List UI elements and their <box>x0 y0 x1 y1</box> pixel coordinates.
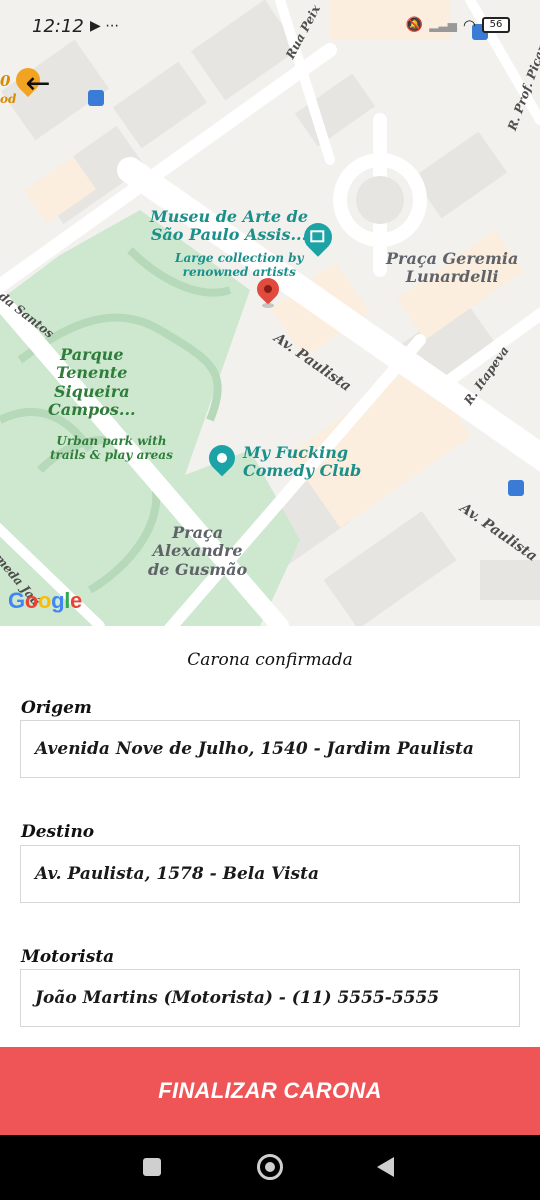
nav-back-icon[interactable] <box>377 1157 394 1177</box>
museum-label[interactable]: Museu de Arte de São Paulo Assis... <box>150 207 308 245</box>
park-description: Urban park with trails & play areas <box>50 434 173 462</box>
praca-geremia-label: Praça Geremia Lunardelli <box>386 249 519 287</box>
bus-stop-icon[interactable] <box>88 90 104 106</box>
battery-icon: 56 <box>482 17 510 33</box>
origin-field[interactable]: Avenida Nove de Julho, 1540 - Jardim Pau… <box>20 720 520 778</box>
praca-alexandre-label: Praça Alexandre de Gusmão <box>148 523 248 579</box>
map-view[interactable]: Museu de Arte de São Paulo Assis... Larg… <box>0 0 540 626</box>
android-nav-bar <box>0 1135 540 1200</box>
status-bar: 12:12 ▶ ⋯ 🔕 ▂▃▅ ◠ 56 <box>0 0 540 56</box>
mute-icon: 🔕 <box>405 17 424 33</box>
destination-label: Destino <box>21 822 95 842</box>
park-label[interactable]: Parque Tenente Siqueira Campos... <box>48 345 136 420</box>
comedy-club-label[interactable]: My Fucking Comedy Club <box>243 443 361 481</box>
destination-field[interactable]: Av. Paulista, 1578 - Bela Vista <box>20 845 520 903</box>
ride-details-panel: Carona confirmada Origem Avenida Nove de… <box>0 626 540 1046</box>
recents-icon[interactable] <box>143 1158 161 1176</box>
signal-icon: ▂▃▅ <box>429 18 457 32</box>
poi-left-top: 0 <box>0 72 11 90</box>
poi-left-bottom: od <box>0 92 17 106</box>
driver-field[interactable]: João Martins (Motorista) - (11) 5555-555… <box>20 969 520 1027</box>
museum-description: Large collection by renowned artists <box>175 251 304 279</box>
google-logo: Google <box>8 588 82 613</box>
home-icon[interactable] <box>257 1154 283 1180</box>
origin-label: Origem <box>21 698 92 718</box>
back-arrow-icon[interactable]: ← <box>18 66 58 106</box>
finish-ride-button[interactable]: FINALIZAR CARONA <box>0 1047 540 1135</box>
status-icons-right: 🔕 ▂▃▅ ◠ 56 <box>406 16 510 34</box>
pin-shadow <box>262 303 274 308</box>
status-notification-icons: ▶ ⋯ <box>90 18 120 34</box>
status-time: 12:12 <box>32 16 84 37</box>
wifi-icon: ◠ <box>462 16 476 34</box>
driver-label: Motorista <box>21 947 115 967</box>
bus-stop-icon[interactable] <box>508 480 524 496</box>
panel-title: Carona confirmada <box>187 650 353 670</box>
map-background <box>0 0 540 626</box>
